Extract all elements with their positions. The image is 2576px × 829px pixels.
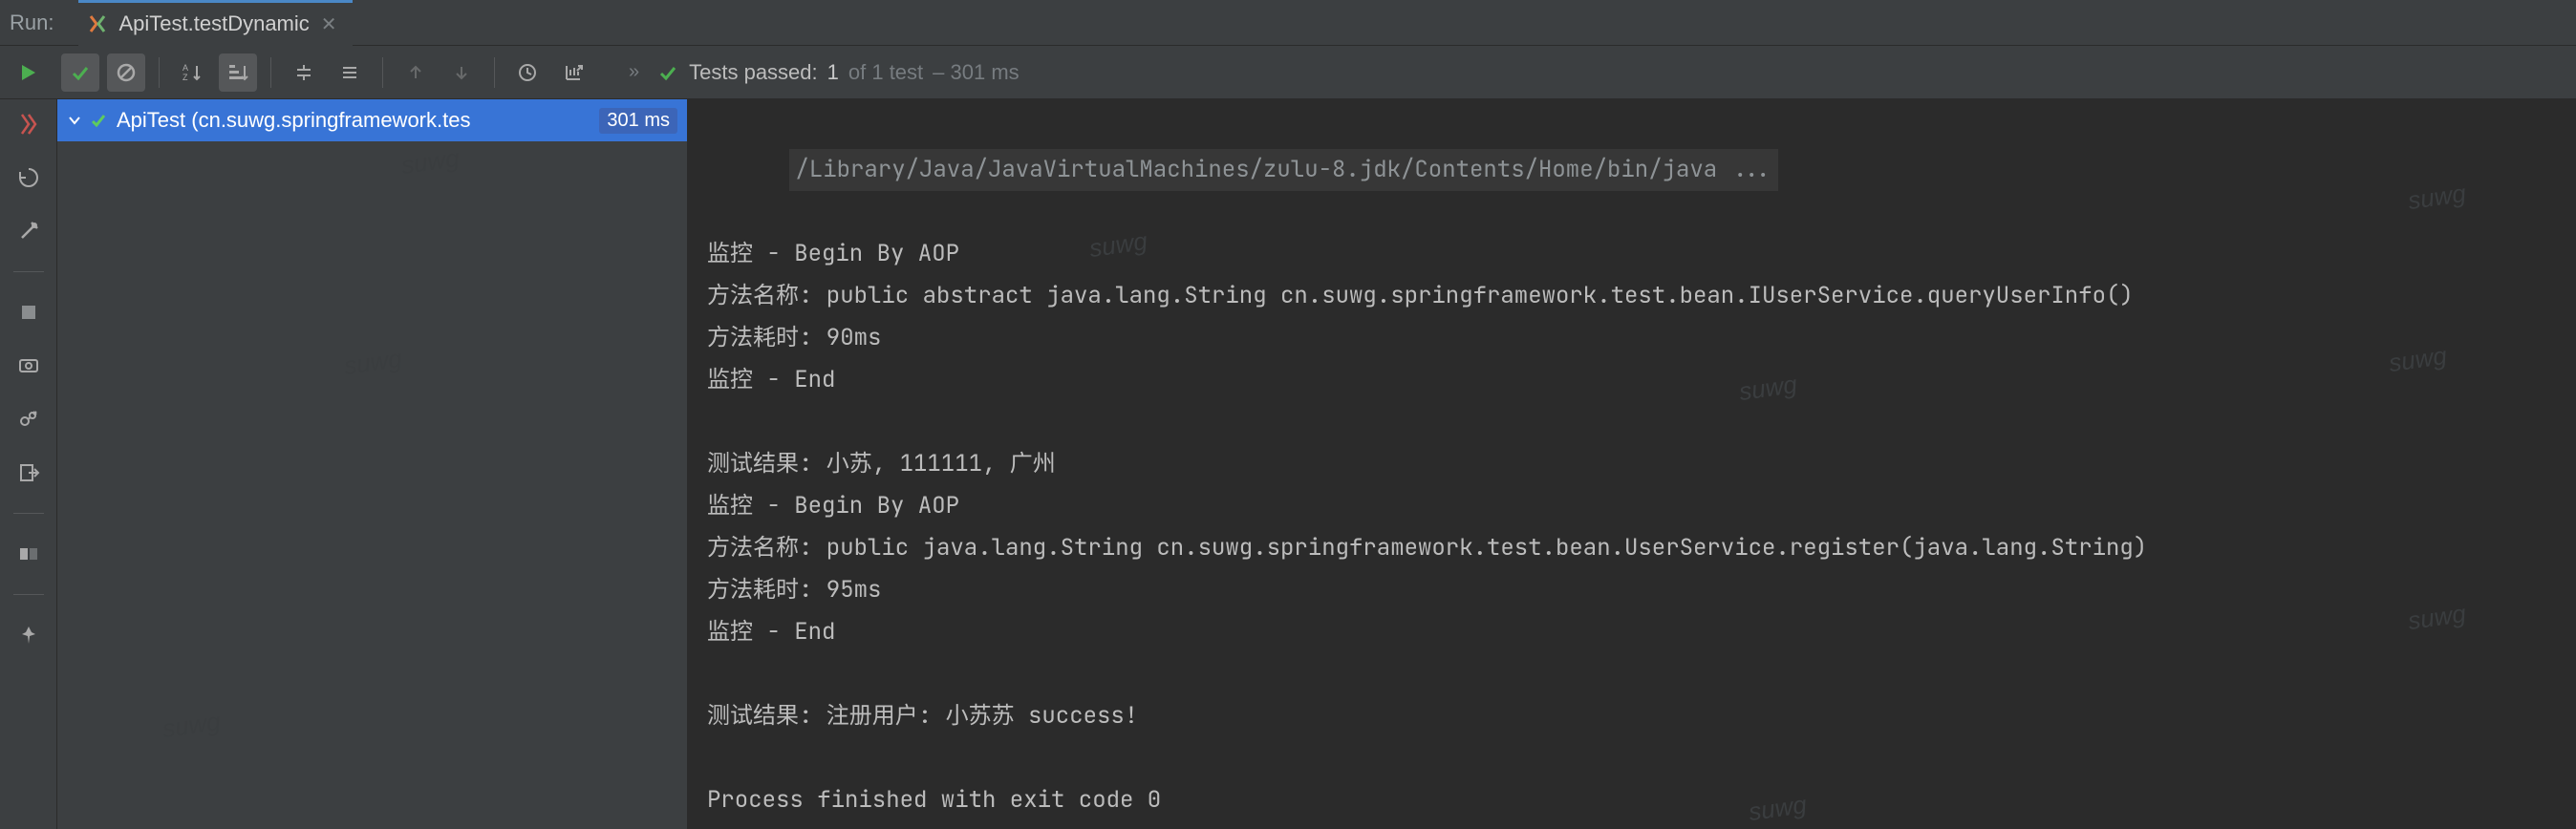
debug-button[interactable]: [10, 105, 48, 143]
check-icon: [658, 63, 677, 82]
watermark: suwg: [161, 707, 222, 744]
header-bar: Run: ApiTest.testDynamic ✕: [0, 0, 2576, 46]
console-line: 监控 - End: [707, 611, 2557, 653]
collapse-all-button[interactable]: [331, 53, 369, 92]
console-line: [707, 737, 2557, 779]
status-of: of 1 test: [848, 60, 923, 85]
pin-button[interactable]: [10, 616, 48, 654]
svg-text:Z: Z: [182, 73, 188, 82]
run-label: Run:: [10, 11, 54, 35]
test-status-text: Tests passed: 1 of 1 test – 301 ms: [689, 60, 1020, 85]
test-icon: [86, 12, 109, 35]
console-line: Process finished with exit code 0: [707, 779, 2557, 821]
console-output[interactable]: /Library/Java/JavaVirtualMachines/zulu-8…: [688, 99, 2576, 829]
settings-button[interactable]: [10, 212, 48, 250]
console-line: 测试结果: 小苏, 111111, 广州: [707, 443, 2557, 485]
prev-fail-button[interactable]: [397, 53, 435, 92]
exit-button[interactable]: [10, 454, 48, 492]
chevron-down-icon: [67, 113, 82, 128]
console-lines: 监控 - Begin By AOP方法名称: public abstract j…: [707, 233, 2557, 821]
separator: [13, 271, 44, 272]
watermark: suwg: [342, 344, 403, 381]
console-line: [707, 401, 2557, 443]
rerun-button[interactable]: [10, 53, 48, 92]
separator: [270, 57, 271, 88]
console-line: 监控 - Begin By AOP: [707, 485, 2557, 527]
dump-threads-button[interactable]: [10, 347, 48, 385]
layout-button[interactable]: [10, 535, 48, 573]
console-line: 方法名称: public abstract java.lang.String c…: [707, 275, 2557, 317]
console-line: 监控 - Begin By AOP: [707, 233, 2557, 275]
svg-text:A: A: [182, 63, 188, 73]
status-count: 1: [827, 60, 839, 85]
console-line: 方法名称: public java.lang.String cn.suwg.sp…: [707, 527, 2557, 569]
console-line: 方法耗时: 95ms: [707, 569, 2557, 611]
chevron-right-icon: »: [629, 61, 639, 83]
expand-all-button[interactable]: [285, 53, 323, 92]
separator: [159, 57, 160, 88]
separator: [13, 513, 44, 514]
analyze-button[interactable]: [10, 400, 48, 438]
console-line: 监控 - End: [707, 359, 2557, 401]
separator: [13, 594, 44, 595]
sort-alpha-button[interactable]: AZ: [173, 53, 211, 92]
watermark: suwg: [399, 143, 461, 181]
test-tree-row[interactable]: ApiTest (cn.suwg.springframework.tes 301…: [57, 99, 687, 141]
test-tree: ApiTest (cn.suwg.springframework.tes 301…: [57, 99, 688, 829]
check-icon: [90, 112, 107, 129]
watermark: suwg: [2405, 172, 2468, 222]
show-ignored-button[interactable]: [107, 53, 145, 92]
run-tab[interactable]: ApiTest.testDynamic ✕: [78, 0, 352, 46]
side-rail: [0, 99, 57, 829]
tab-title: ApiTest.testDynamic: [118, 11, 309, 36]
close-icon[interactable]: ✕: [321, 12, 337, 36]
test-name: ApiTest (cn.suwg.springframework.tes: [117, 108, 591, 133]
test-time-badge: 301 ms: [599, 108, 677, 134]
console-line: [707, 653, 2557, 695]
toolbar: AZ: [0, 46, 2576, 99]
console-line: 方法耗时: 90ms: [707, 317, 2557, 359]
console-line: 测试结果: 注册用户: 小苏苏 success!: [707, 695, 2557, 737]
next-fail-button[interactable]: [442, 53, 481, 92]
separator: [382, 57, 383, 88]
status-prefix: Tests passed:: [689, 60, 818, 85]
sort-time-button[interactable]: [219, 53, 257, 92]
command-line: /Library/Java/JavaVirtualMachines/zulu-8…: [789, 149, 1777, 191]
status-time: – 301 ms: [933, 60, 1020, 85]
test-history-button[interactable]: [508, 53, 547, 92]
show-passed-button[interactable]: [61, 53, 99, 92]
stop-button[interactable]: [10, 293, 48, 331]
separator: [494, 57, 495, 88]
toggle-auto-test-button[interactable]: [10, 159, 48, 197]
export-results-button[interactable]: [554, 53, 592, 92]
